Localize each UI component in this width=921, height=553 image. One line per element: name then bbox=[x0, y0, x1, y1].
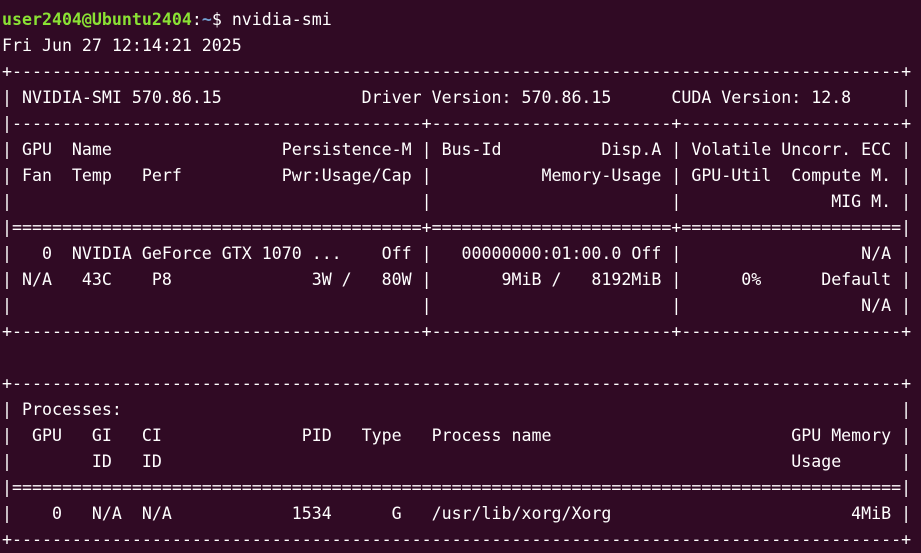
output-line: | | | N/A | bbox=[2, 296, 912, 315]
output-line: | GPU GI CI PID Type Process name GPU Me… bbox=[2, 426, 912, 445]
output-line: | ID ID Usage | bbox=[2, 452, 912, 471]
terminal-window[interactable]: user2404@Ubuntu2404:~$ nvidia-smi Fri Ju… bbox=[2, 7, 921, 553]
output-line: +---------------------------------------… bbox=[2, 374, 912, 393]
output-line: | NVIDIA-SMI 570.86.15 Driver Version: 5… bbox=[2, 88, 912, 107]
output-line: | Processes: | bbox=[2, 400, 912, 419]
output-line: |=======================================… bbox=[2, 218, 912, 237]
command-text: nvidia-smi bbox=[231, 10, 332, 29]
prompt-path: ~ bbox=[201, 10, 212, 29]
prompt-user-host: user2404@Ubuntu2404 bbox=[2, 10, 192, 29]
command-output: Fri Jun 27 12:14:21 2025 +---------------… bbox=[2, 33, 921, 553]
output-line: |---------------------------------------… bbox=[2, 114, 912, 133]
prompt-separator: : bbox=[191, 10, 202, 29]
output-line: | GPU Name Persistence-M | Bus-Id Disp.A… bbox=[2, 140, 912, 159]
output-line: | Fan Temp Perf Pwr:Usage/Cap | Memory-U… bbox=[2, 166, 912, 185]
prompt-symbol: $ bbox=[211, 10, 232, 29]
output-line: | N/A 43C P8 3W / 80W | 9MiB / 8192MiB |… bbox=[2, 270, 912, 289]
output-line: | | | MIG M. | bbox=[2, 192, 912, 211]
output-line: |=======================================… bbox=[2, 478, 912, 497]
output-line: +---------------------------------------… bbox=[2, 322, 912, 341]
output-line: Fri Jun 27 12:14:21 2025 bbox=[2, 36, 242, 55]
output-line: +---------------------------------------… bbox=[2, 62, 912, 81]
output-line: | 0 N/A N/A 1534 G /usr/lib/xorg/Xorg 4M… bbox=[2, 504, 912, 523]
output-line: | 0 NVIDIA GeForce GTX 1070 ... Off | 00… bbox=[2, 244, 912, 263]
prompt-line: user2404@Ubuntu2404:~$ nvidia-smi bbox=[2, 7, 921, 33]
output-line: +---------------------------------------… bbox=[2, 530, 912, 549]
